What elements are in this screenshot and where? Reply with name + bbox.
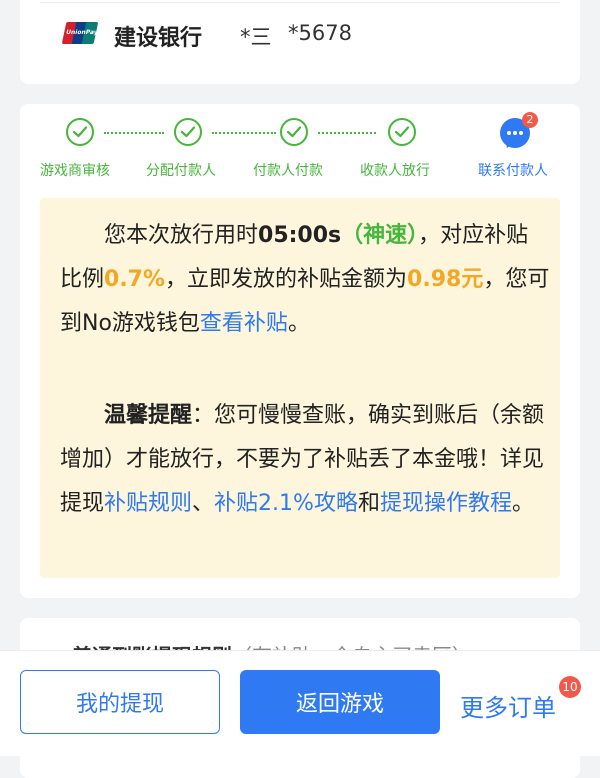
step-3-label: 付款人付款 bbox=[253, 163, 323, 179]
step-connector bbox=[212, 132, 276, 134]
step-4-check-icon bbox=[388, 118, 416, 146]
unionpay-logo-icon: UnionPay 银联 bbox=[61, 22, 99, 44]
unionpay-logo-text: UnionPay 银联 bbox=[65, 29, 99, 36]
divider bbox=[40, 2, 560, 3]
withdraw-tutorial-link[interactable]: 提现操作教程 bbox=[380, 491, 512, 516]
subsidy-ratio: 0.7% bbox=[104, 267, 166, 292]
subsidy-notice: 您本次放行用时05:00s（神速），对应补贴比例0.7%，立即发放的补贴金额为0… bbox=[40, 198, 560, 578]
subsidy-paragraph: 您本次放行用时05:00s（神速），对应补贴比例0.7%，立即发放的补贴金额为0… bbox=[60, 223, 550, 336]
step-3-check-icon bbox=[280, 118, 308, 146]
return-to-game-button[interactable]: 返回游戏 bbox=[240, 670, 440, 734]
contact-payer-link[interactable]: 联系付款人 bbox=[478, 160, 548, 180]
unread-badge: 2 bbox=[522, 112, 538, 128]
more-orders-link[interactable]: 更多订单 bbox=[460, 688, 556, 723]
step-connector bbox=[318, 132, 376, 134]
subsidy-strategy-link[interactable]: 补贴2.1%攻略 bbox=[214, 491, 358, 516]
order-progress-card: 游戏商审核 分配付款人 付款人付款 收款人放行 2 联系付款人 您本次放行用时0… bbox=[20, 104, 580, 598]
bank-name: 建设银行 bbox=[114, 26, 203, 51]
my-withdraw-button[interactable]: 我的提现 bbox=[20, 670, 220, 734]
step-1-check-icon bbox=[66, 118, 94, 146]
view-subsidy-link[interactable]: 查看补贴 bbox=[200, 311, 288, 336]
account-holder: *三 bbox=[240, 25, 272, 49]
bank-card[interactable]: UnionPay 银联 建设银行 *三 *5678 bbox=[20, 0, 580, 84]
step-connector bbox=[104, 132, 164, 134]
release-time: 05:00s bbox=[258, 223, 342, 248]
speed-tag: （神速） bbox=[341, 223, 419, 248]
step-4-label: 收款人放行 bbox=[360, 163, 430, 179]
reminder-paragraph: 温馨提醒：您可慢慢查账，确实到账后（余额增加）才能放行，不要为了补贴丢了本金哦！… bbox=[60, 403, 545, 516]
step-2-check-icon bbox=[174, 118, 202, 146]
orders-count-badge: 10 bbox=[559, 676, 581, 698]
reminder-title: 温馨提醒 bbox=[104, 403, 193, 428]
subsidy-rules-link[interactable]: 补贴规则 bbox=[104, 491, 192, 516]
step-1-label: 游戏商审核 bbox=[40, 163, 110, 179]
bottom-action-bar: 我的提现 返回游戏 更多订单 10 bbox=[0, 651, 600, 756]
subsidy-amount: 0.98元 bbox=[407, 267, 484, 292]
step-2-label: 分配付款人 bbox=[146, 163, 216, 179]
account-number: *5678 bbox=[288, 21, 352, 45]
